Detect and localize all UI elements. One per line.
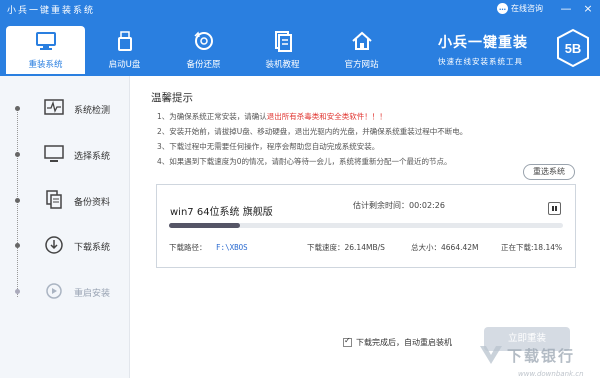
nav-label: 装机教程 (265, 60, 300, 70)
nav-label: 官方网站 (344, 60, 379, 70)
main-nav: 重装系统 启动U盘 备份还原 装机教程 官方网站 (6, 26, 401, 74)
download-status: 正在下载:18.14% (501, 243, 563, 252)
download-task-panel: win7 64位系统 旗舰版 估计剩余时间：00:02:26 下载路径： F:\… (156, 184, 576, 268)
watermark-logo-icon (480, 346, 502, 364)
brand-block: 小兵一键重装 快速在线安装系统工具 (438, 32, 528, 67)
brand-slogan: 快速在线安装系统工具 (438, 57, 523, 66)
step-label: 系统检测 (74, 106, 111, 116)
download-icon (45, 236, 63, 254)
tip-warning: 退出所有杀毒类和安全类软件！！！ (266, 112, 387, 121)
tip-item: 1、为确保系统正常安装，请确认退出所有杀毒类和安全类软件！！！ (157, 109, 467, 124)
step-dot (15, 106, 20, 111)
tips-title: 温馨提示 (151, 92, 193, 104)
step-backup-data: 备份资料 (0, 190, 130, 210)
pulse-icon (44, 99, 64, 115)
speed-value: 26.14MB/S (344, 243, 385, 252)
monitor-icon (36, 32, 56, 50)
document-icon (275, 31, 292, 52)
step-dot (15, 198, 20, 203)
step-dot (15, 152, 20, 157)
brand-name: 小兵一键重装 (438, 35, 528, 51)
auto-restart-checkbox[interactable] (343, 336, 352, 347)
nav-item-usb[interactable]: 启动U盘 (85, 26, 164, 74)
watermark-text: 下载银行 (507, 346, 576, 365)
brand-logo: 5B (556, 28, 590, 71)
home-icon (352, 31, 372, 50)
usb-icon (118, 31, 132, 51)
tips-list: 1、为确保系统正常安装，请确认退出所有杀毒类和安全类软件！！！ 2、安装开始前，… (157, 109, 467, 169)
header-bar: 小兵一键重装系统 … 在线咨询 — × 重装系统 启动U盘 备份还原 装机教程 … (0, 0, 600, 76)
close-button[interactable]: × (581, 2, 595, 16)
auto-restart-option[interactable]: 下载完成后，自动重启装机 (343, 336, 452, 348)
step-dot (15, 243, 20, 248)
tip-item: 3、下载过程中无需要任何操作，程序会帮助您自动完成系统安装。 (157, 142, 380, 151)
progress-fill (169, 223, 241, 228)
files-icon (46, 190, 62, 209)
watermark: 下载银行 www.downbank.cn (478, 342, 584, 378)
restart-icon (46, 283, 62, 299)
step-label: 备份资料 (74, 198, 111, 208)
chat-bubble-icon: … (497, 3, 508, 14)
auto-restart-label: 下载完成后，自动重启装机 (356, 338, 452, 347)
minimize-button[interactable]: — (559, 2, 573, 16)
size-label: 总大小： (411, 243, 441, 252)
download-path: 下载路径： F:\XBOS (169, 242, 248, 253)
tip-text: 1、为确保系统正常安装，请确认 (157, 112, 267, 121)
nav-item-backup[interactable]: 备份还原 (164, 26, 243, 74)
size-value: 4664.42M (441, 243, 479, 252)
remaining-label: 估计剩余时间： (353, 201, 409, 210)
step-label: 重启安装 (74, 289, 111, 299)
speed-label: 下载速度： (307, 243, 345, 252)
download-speed: 下载速度：26.14MB/S (307, 242, 385, 253)
os-name: win7 64位系统 旗舰版 (170, 207, 273, 218)
pause-button[interactable] (548, 202, 561, 215)
monitor-icon (44, 145, 64, 162)
restore-icon (194, 31, 213, 50)
step-restart-install: 重启安装 (0, 281, 130, 301)
nav-item-reinstall[interactable]: 重装系统 (6, 26, 85, 74)
step-select-system: 选择系统 (0, 144, 130, 164)
app-title: 小兵一键重装系统 (7, 6, 96, 16)
path-value: F:\XBOS (216, 243, 248, 252)
tip-item: 4、如果遇到下载速度为0的情况，请耐心等待一会儿，系统将重新分配一个最近的节点。 (157, 157, 452, 166)
step-download-system: 下载系统 (0, 235, 130, 255)
brand-logo-text: 5B (565, 41, 582, 56)
step-dot (15, 289, 20, 294)
reselect-system-button[interactable]: 重选系统 (523, 164, 575, 180)
step-label: 选择系统 (74, 152, 111, 162)
nav-label: 重装系统 (28, 60, 63, 70)
total-size: 总大小：4664.42M (411, 242, 479, 253)
path-label: 下载路径： (169, 243, 207, 252)
download-progress-bar (169, 223, 563, 228)
online-help-link[interactable]: … 在线咨询 (497, 3, 543, 14)
watermark-url: www.downbank.cn (518, 370, 584, 378)
step-system-check: 系统检测 (0, 98, 130, 118)
title-bar: 小兵一键重装系统 … 在线咨询 — × (0, 0, 600, 20)
nav-item-website[interactable]: 官方网站 (322, 26, 401, 74)
remaining-time: 估计剩余时间：00:02:26 (353, 200, 445, 211)
remaining-value: 00:02:26 (409, 201, 445, 210)
nav-item-tutorial[interactable]: 装机教程 (243, 26, 322, 74)
tip-item: 2、安装开始前，请拔掉U盘、移动硬盘，退出光驱内的光盘，并确保系统重装过程中不断… (157, 127, 468, 136)
nav-label: 启动U盘 (108, 60, 141, 70)
brand-logo-icon: 5B (557, 28, 589, 68)
step-label: 下载系统 (74, 243, 111, 253)
step-sidebar: 系统检测 选择系统 备份资料 下载系统 重启安装 (0, 76, 130, 378)
nav-label: 备份还原 (186, 60, 221, 70)
online-help-label: 在线咨询 (511, 4, 543, 13)
